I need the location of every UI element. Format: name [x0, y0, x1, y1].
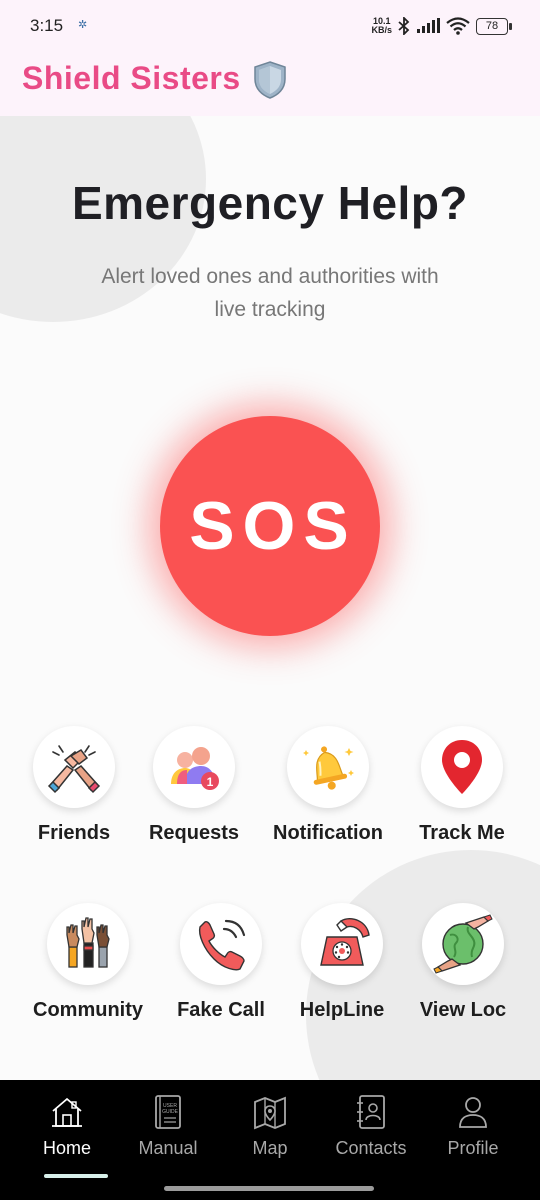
- page-subtitle: Alert loved ones and authorities with li…: [101, 265, 439, 321]
- nav-profile-label: Profile: [447, 1138, 499, 1158]
- active-tab-indicator: [44, 1174, 108, 1178]
- requests-label: Requests: [148, 822, 240, 844]
- profile-icon: [459, 1097, 487, 1128]
- helpline-label: HelpLine: [299, 999, 385, 1021]
- track-me-button[interactable]: Track Me: [397, 726, 527, 846]
- requests-button[interactable]: 1 Requests: [129, 726, 259, 846]
- contacts-book-icon: [357, 1095, 385, 1129]
- status-indicators: 10.1 KB/s 78: [371, 14, 512, 38]
- nav-map[interactable]: Map: [220, 1094, 320, 1164]
- wifi-icon: [446, 17, 470, 35]
- sos-button[interactable]: SOS: [160, 416, 380, 636]
- location-pin-icon: [442, 740, 482, 794]
- settings-notification-icon: ✲: [78, 19, 88, 31]
- track-me-label: Track Me: [419, 822, 505, 844]
- status-bar: 3:15 ✲ 10.1 KB/s 78: [0, 0, 540, 52]
- raised-hands-icon: [66, 917, 110, 968]
- request-count-badge: 1: [207, 775, 214, 789]
- user-guide-book-icon: USER GUIDE: [155, 1095, 181, 1129]
- page-title: Emergency Help?: [71, 177, 469, 229]
- home-content: Emergency Help? Alert loved ones and aut…: [0, 116, 540, 1080]
- community-icon-circle: [47, 903, 129, 985]
- book-text-guide: GUIDE: [162, 1109, 179, 1115]
- requests-icon-circle: 1: [153, 726, 235, 808]
- notification-icon-circle: [287, 726, 369, 808]
- rotary-phone-icon: [320, 917, 370, 966]
- shield-icon: [254, 61, 286, 99]
- nav-map-label: Map: [252, 1138, 288, 1158]
- nav-contacts[interactable]: Contacts: [321, 1094, 421, 1164]
- nav-manual-label: Manual: [138, 1138, 198, 1158]
- network-speed: 10.1 KB/s: [371, 17, 392, 35]
- bottom-navigation: Home USER GUIDE Manual Map Contacts Prof…: [0, 1080, 540, 1200]
- friend-requests-icon: 1: [171, 747, 219, 790]
- friends-icon-circle: [33, 726, 115, 808]
- nav-home[interactable]: Home: [17, 1094, 117, 1164]
- network-speed-unit: KB/s: [371, 25, 392, 35]
- bell-icon: [303, 746, 354, 790]
- view-loc-label: View Loc: [419, 999, 507, 1021]
- fake-call-label: Fake Call: [177, 999, 265, 1021]
- fake-call-icon-circle: [180, 903, 262, 985]
- view-loc-icon-circle: [422, 903, 504, 985]
- cellular-signal-icon: [417, 18, 440, 33]
- community-button[interactable]: Community: [23, 903, 153, 1023]
- globe-hands-icon: [433, 914, 493, 974]
- nav-home-label: Home: [42, 1138, 91, 1158]
- view-loc-button[interactable]: View Loc: [398, 903, 528, 1023]
- helpline-icon-circle: [301, 903, 383, 985]
- helpline-button[interactable]: HelpLine: [277, 903, 407, 1023]
- nav-profile[interactable]: Profile: [423, 1094, 523, 1164]
- map-icon: [254, 1096, 286, 1130]
- notification-button[interactable]: Notification: [263, 726, 393, 846]
- friends-button[interactable]: Friends: [9, 726, 139, 846]
- sos-label: SOS: [189, 488, 357, 564]
- nav-contacts-label: Contacts: [335, 1138, 407, 1158]
- battery-indicator: 78: [476, 17, 512, 35]
- app-title: Shield Sisters: [22, 60, 241, 96]
- track-me-icon-circle: [421, 726, 503, 808]
- notification-label: Notification: [273, 822, 383, 844]
- system-home-indicator[interactable]: [164, 1186, 374, 1191]
- community-label: Community: [33, 999, 143, 1021]
- home-icon: [52, 1097, 82, 1127]
- app-bar: Shield Sisters: [0, 52, 540, 116]
- nav-manual[interactable]: USER GUIDE Manual: [118, 1094, 218, 1164]
- fake-call-button[interactable]: Fake Call: [156, 903, 286, 1023]
- phone-ringing-icon: [198, 919, 246, 971]
- friends-label: Friends: [37, 822, 111, 844]
- handshake-icon: [47, 745, 101, 794]
- bluetooth-icon: [398, 17, 410, 35]
- status-time: 3:15: [30, 16, 64, 35]
